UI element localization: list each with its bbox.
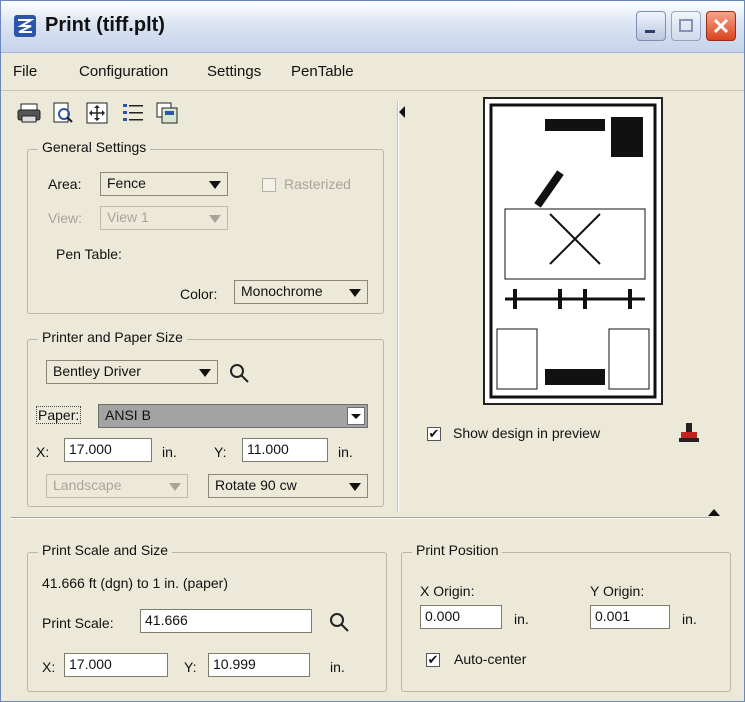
scale-y-label: Y: bbox=[184, 659, 197, 675]
menu-configuration[interactable]: Configuration bbox=[79, 63, 168, 80]
menu-bar: File Configuration Settings PenTable bbox=[1, 53, 744, 91]
show-design-preview-label: Show design in preview bbox=[453, 425, 601, 441]
scale-ratio-text: 41.666 ft (dgn) to 1 in. (paper) bbox=[42, 575, 228, 591]
paper-value: ANSI B bbox=[105, 407, 151, 423]
printer-driver-value: Bentley Driver bbox=[53, 363, 141, 379]
paper-label: Paper: bbox=[36, 406, 82, 424]
scale-y-input[interactable]: 10.999 bbox=[208, 653, 310, 677]
auto-center-checkbox[interactable]: ✔ bbox=[426, 653, 440, 667]
close-icon bbox=[713, 18, 729, 34]
scale-unit: in. bbox=[330, 659, 345, 675]
chevron-down-icon bbox=[351, 414, 361, 419]
printer-driver-dropdown[interactable]: Bentley Driver bbox=[46, 360, 218, 384]
rasterized-checkbox[interactable] bbox=[262, 178, 276, 192]
y-origin-input[interactable]: 0.001 bbox=[590, 605, 670, 629]
paper-x-label: X: bbox=[36, 444, 50, 460]
printer-search-icon[interactable] bbox=[228, 362, 250, 384]
close-button[interactable] bbox=[706, 11, 736, 41]
area-value: Fence bbox=[107, 175, 146, 191]
menu-settings[interactable]: Settings bbox=[207, 63, 261, 80]
menu-file[interactable]: File bbox=[13, 63, 37, 80]
minimize-icon bbox=[645, 30, 655, 33]
chevron-down-icon bbox=[199, 369, 211, 377]
view-dropdown[interactable]: View 1 bbox=[100, 206, 228, 230]
menu-pentable[interactable]: PenTable bbox=[291, 63, 354, 80]
rotation-value: Rotate 90 cw bbox=[215, 477, 297, 493]
paper-dropdown[interactable]: ANSI B bbox=[98, 404, 368, 428]
minimize-button[interactable] bbox=[636, 11, 666, 41]
orientation-dropdown[interactable]: Landscape bbox=[46, 474, 188, 498]
show-design-preview-checkbox[interactable]: ✔ bbox=[427, 427, 441, 441]
stamp-icon[interactable] bbox=[677, 421, 701, 445]
paper-x-unit: in. bbox=[162, 444, 177, 460]
paper-y-label: Y: bbox=[214, 444, 227, 460]
x-origin-unit: in. bbox=[514, 611, 529, 627]
paper-y-unit: in. bbox=[338, 444, 353, 460]
maximize-icon bbox=[679, 19, 693, 32]
print-scale-legend: Print Scale and Size bbox=[38, 542, 173, 558]
print-scale-label: Print Scale: bbox=[42, 615, 114, 631]
maximize-print-area-icon[interactable] bbox=[85, 101, 109, 125]
y-origin-label: Y Origin: bbox=[590, 583, 645, 599]
printer-paper-legend: Printer and Paper Size bbox=[38, 329, 187, 345]
scale-x-input[interactable]: 17.000 bbox=[64, 653, 168, 677]
print-position-legend: Print Position bbox=[412, 542, 503, 558]
view-label: View: bbox=[48, 210, 82, 226]
scale-search-icon[interactable] bbox=[328, 611, 350, 633]
window-title: Print (tiff.plt) bbox=[45, 14, 165, 36]
area-dropdown[interactable]: Fence bbox=[100, 172, 228, 196]
chevron-down-icon bbox=[169, 483, 181, 491]
print-scale-input[interactable]: 41.666 bbox=[140, 609, 312, 633]
pen-table-label: Pen Table: bbox=[56, 246, 122, 262]
print-preview-pane bbox=[483, 97, 663, 405]
collapse-up-arrow-icon[interactable] bbox=[707, 507, 721, 517]
print-attributes-list-icon[interactable] bbox=[121, 101, 145, 125]
orientation-value: Landscape bbox=[53, 477, 122, 493]
x-origin-input[interactable]: 0.000 bbox=[420, 605, 502, 629]
paper-x-input[interactable]: 17.000 bbox=[64, 438, 152, 462]
chevron-down-icon bbox=[349, 289, 361, 297]
maximize-button[interactable] bbox=[671, 11, 701, 41]
title-bar[interactable]: Print (tiff.plt) bbox=[1, 1, 744, 53]
auto-center-label: Auto-center bbox=[454, 651, 527, 667]
color-dropdown[interactable]: Monochrome bbox=[234, 280, 368, 304]
area-label: Area: bbox=[48, 176, 82, 192]
chevron-down-icon bbox=[209, 215, 221, 223]
print-dialog-window: Print (tiff.plt) File Configuration Sett… bbox=[0, 0, 745, 702]
color-value: Monochrome bbox=[241, 283, 323, 299]
paper-y-input[interactable]: 11.000 bbox=[242, 438, 328, 462]
paper-dropdown-button[interactable] bbox=[347, 407, 365, 425]
x-origin-label: X Origin: bbox=[420, 583, 475, 599]
general-settings-legend: General Settings bbox=[38, 139, 151, 155]
printer-paper-group: Printer and Paper Size Bentley Driver Pa… bbox=[27, 329, 384, 507]
rasterized-label: Rasterized bbox=[284, 176, 351, 192]
rotation-dropdown[interactable]: Rotate 90 cw bbox=[208, 474, 368, 498]
horizontal-divider bbox=[11, 517, 711, 519]
view-value: View 1 bbox=[107, 209, 149, 225]
vertical-divider bbox=[397, 101, 399, 513]
y-origin-unit: in. bbox=[682, 611, 697, 627]
print-scale-group: Print Scale and Size 41.666 ft (dgn) to … bbox=[27, 542, 387, 692]
print-position-group: Print Position X Origin: 0.000 in. Y Ori… bbox=[401, 542, 731, 692]
print-icon[interactable] bbox=[17, 101, 41, 125]
color-label: Color: bbox=[180, 286, 218, 302]
chevron-down-icon bbox=[209, 181, 221, 189]
page-setup-icon[interactable] bbox=[155, 101, 179, 125]
microstation-app-icon bbox=[14, 15, 36, 37]
drawing-preview-image bbox=[489, 103, 657, 399]
print-preview-icon[interactable] bbox=[51, 101, 75, 125]
scale-x-label: X: bbox=[42, 659, 56, 675]
chevron-down-icon bbox=[349, 483, 361, 491]
general-settings-group: General Settings Area: Fence Rasterized … bbox=[27, 139, 384, 314]
